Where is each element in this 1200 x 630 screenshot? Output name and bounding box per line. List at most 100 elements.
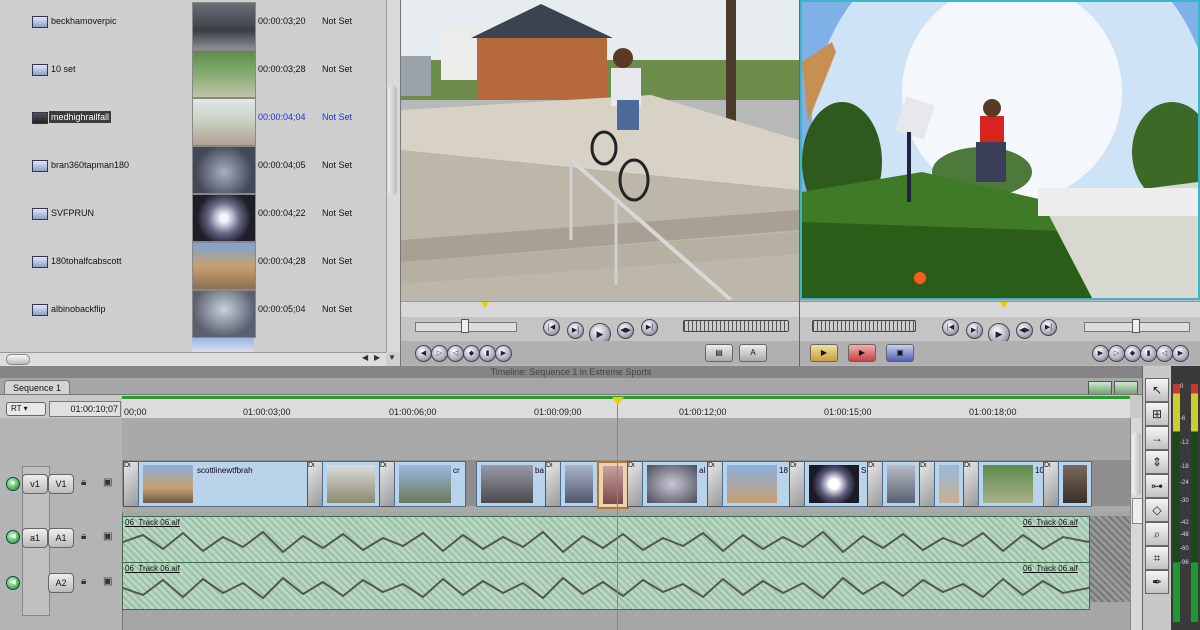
rt-menu[interactable]: RT ▾	[6, 402, 46, 416]
scroll-down-icon[interactable]: ▼	[388, 353, 396, 362]
overwrite-edit-button[interactable]: ▶	[848, 344, 876, 362]
replace-edit-button[interactable]: ▣	[886, 344, 914, 362]
browser-row-selected[interactable]: medhighrailfall 00:00:04;04 Not Set	[0, 96, 388, 146]
scroll-left-icon[interactable]: ◀	[362, 353, 368, 362]
destination-control-a1[interactable]: A1	[48, 528, 74, 548]
lock-icon[interactable]: 🔒︎	[81, 531, 86, 542]
transition[interactable]: Di	[867, 461, 883, 507]
transition[interactable]: Di	[123, 461, 139, 507]
insert-edit-button[interactable]: ▶	[810, 344, 838, 362]
video-clip[interactable]: 10	[978, 461, 1044, 507]
video-clip[interactable]	[560, 461, 598, 507]
crop-tool-icon[interactable]: ⌗	[1145, 546, 1169, 570]
scroll-right-icon[interactable]: ▶	[374, 353, 380, 362]
audio-enable-icon[interactable]: ◀	[6, 576, 20, 590]
canvas-playhead[interactable]	[1000, 302, 1008, 308]
canvas-scrubber-bar[interactable]	[800, 301, 1200, 318]
mark-in-button[interactable]: ▷	[431, 345, 448, 362]
razor-tool-icon[interactable]: ◇	[1145, 498, 1169, 522]
transition[interactable]: Di	[789, 461, 805, 507]
browser-scroll-thumb[interactable]	[388, 85, 397, 195]
audio-clip-a2[interactable]: 06_Track 06.aif 06_Track 06.aif	[122, 562, 1090, 610]
timeline-playhead-line[interactable]	[617, 398, 618, 630]
mark-clip-button[interactable]: ▮	[479, 345, 496, 362]
scroll-thumb[interactable]	[1132, 432, 1141, 496]
video-clip[interactable]	[1058, 461, 1092, 507]
play-in-out-button[interactable]: ▶|	[567, 322, 584, 339]
zoom-tool-icon[interactable]: ⌕	[1145, 522, 1169, 546]
viewer-scrubber-bar[interactable]	[401, 301, 799, 318]
mark-clip-button[interactable]: ▮	[1140, 345, 1157, 362]
add-marker-button[interactable]: ◆	[463, 345, 480, 362]
destination-control-a2[interactable]: A2	[48, 573, 74, 593]
video-clip[interactable]	[882, 461, 920, 507]
timeline-playhead[interactable]	[612, 397, 624, 405]
auto-select-icon[interactable]: ▣	[103, 576, 112, 587]
prev-edit-button[interactable]: |◀	[942, 319, 959, 336]
transition[interactable]: Di	[919, 461, 935, 507]
jog-control[interactable]	[683, 320, 789, 332]
shuttle-knob[interactable]	[1132, 319, 1140, 333]
match-frame-button[interactable]: ◀	[415, 345, 432, 362]
video-clip[interactable]: ba	[476, 461, 546, 507]
track-select-tool-icon[interactable]: →	[1145, 426, 1169, 450]
browser-row[interactable]: 180tohalfcabscott 00:00:04;28 Not Set	[0, 240, 388, 290]
mark-in-button[interactable]: ▷	[1108, 345, 1125, 362]
browser-row[interactable]: bran360tapman180 00:00:04;05 Not Set	[0, 144, 388, 194]
source-control-v1[interactable]: v1	[22, 474, 48, 494]
pen-tool-icon[interactable]: ✒	[1145, 570, 1169, 594]
play-around-button[interactable]: ◀▶	[1016, 322, 1033, 339]
selection-tool-icon[interactable]: ↖	[1145, 378, 1169, 402]
transition[interactable]: Di	[1043, 461, 1059, 507]
video-clip[interactable]: scottlinewtfbrah	[138, 461, 308, 507]
edit-selection-tool-icon[interactable]: ⊞	[1145, 402, 1169, 426]
browser-row[interactable]: beckhamoverpic 00:00:03;20 Not Set	[0, 0, 388, 50]
mark-out-button[interactable]: ◁	[447, 345, 464, 362]
lock-icon[interactable]: 🔒︎	[81, 576, 86, 587]
play-around-button[interactable]: ◀▶	[617, 322, 634, 339]
roll-tool-icon[interactable]: ⇕	[1145, 450, 1169, 474]
transition[interactable]: Di	[707, 461, 723, 507]
transition[interactable]: Di	[963, 461, 979, 507]
destination-control-v1[interactable]: V1	[48, 474, 74, 494]
jog-control[interactable]	[812, 320, 916, 332]
recent-clips-button[interactable]: ▤	[705, 344, 733, 362]
browser-row[interactable]: albinobackflip 00:00:05;04 Not Set	[0, 288, 388, 338]
transition[interactable]: Di	[627, 461, 643, 507]
track-visibility-icon[interactable]: ●	[6, 477, 20, 491]
source-control-a1[interactable]: a1	[22, 528, 48, 548]
prev-edit-button[interactable]: |◀	[543, 319, 560, 336]
video-clip[interactable]	[934, 461, 964, 507]
viewer-playhead[interactable]	[481, 302, 489, 308]
video-clip[interactable]: 18	[722, 461, 790, 507]
browser-row[interactable]: 10 set 00:00:03;28 Not Set	[0, 48, 388, 98]
auto-select-icon[interactable]: ▣	[103, 477, 112, 488]
video-clip[interactable]	[322, 461, 380, 507]
next-edit-button[interactable]: ▶|	[1040, 319, 1057, 336]
current-timecode-field[interactable]: 01:00:10;07	[49, 401, 121, 417]
audio-enable-icon[interactable]: ◀	[6, 530, 20, 544]
transition[interactable]: Di	[307, 461, 323, 507]
tab-sequence-1[interactable]: Sequence 1	[4, 380, 70, 395]
video-clip[interactable]: cr	[394, 461, 466, 507]
browser-row[interactable]: SVFPRUN 00:00:04;22 Not Set	[0, 192, 388, 242]
audio-clip-a1[interactable]: 06_Track 06.aif 06_Track 06.aif	[122, 516, 1090, 564]
transition[interactable]: Di	[379, 461, 395, 507]
add-marker-button[interactable]: ◆	[1124, 345, 1141, 362]
mark-out-button[interactable]: ◁	[1156, 345, 1173, 362]
play-in-out-button[interactable]: ▶|	[966, 322, 983, 339]
slip-tool-icon[interactable]: ⊶	[1145, 474, 1169, 498]
go-to-out-button[interactable]: ▶	[1172, 345, 1189, 362]
next-edit-button[interactable]: ▶|	[641, 319, 658, 336]
browser-hscroll-thumb[interactable]	[6, 354, 30, 365]
lock-icon[interactable]: 🔒︎	[81, 477, 86, 488]
video-clip-selected[interactable]	[597, 461, 629, 509]
transition[interactable]: Di	[545, 461, 561, 507]
video-clip[interactable]: S	[804, 461, 868, 507]
match-frame-button[interactable]: ▶	[1092, 345, 1109, 362]
auto-select-icon[interactable]: ▣	[103, 531, 112, 542]
go-to-out-button[interactable]: ▶	[495, 345, 512, 362]
shuttle-knob[interactable]	[461, 319, 469, 333]
generator-button[interactable]: A	[739, 344, 767, 362]
video-clip[interactable]: al	[642, 461, 708, 507]
